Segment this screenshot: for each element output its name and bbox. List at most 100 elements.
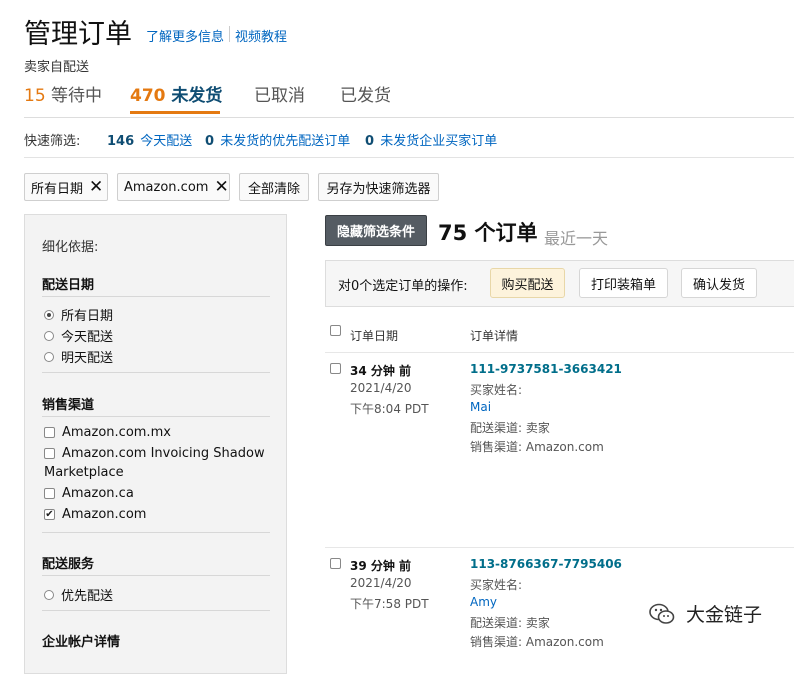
- filter-chip-all-dates[interactable]: 所有日期 ✕: [24, 173, 108, 201]
- active-tab-indicator: [130, 111, 220, 114]
- quick-filter-today[interactable]: 146 今天配送: [107, 130, 192, 149]
- table-header-divider: [325, 352, 794, 353]
- tab-count: 470: [130, 86, 166, 106]
- column-header-order-date[interactable]: 订单日期: [350, 327, 398, 344]
- page-subtitle: 卖家自配送: [24, 60, 90, 75]
- section-divider: [42, 416, 270, 417]
- option-label: Amazon.com Invoicing Shadow: [62, 446, 265, 461]
- checkbox[interactable]: [44, 488, 55, 499]
- tab-label: 已发货: [340, 86, 391, 106]
- section-divider: [42, 372, 270, 373]
- radio-today[interactable]: 今天配送: [44, 326, 113, 345]
- column-header-order-details: 订单详情: [470, 329, 519, 343]
- quick-filter-count: 146: [107, 134, 135, 149]
- tab-pending[interactable]: 15 等待中: [24, 81, 102, 106]
- check-icon[interactable]: ✔: [44, 509, 55, 520]
- quick-filter-text: 未发货企业买家订单: [380, 134, 498, 149]
- radio-button[interactable]: [44, 309, 54, 320]
- buyer-name-label: 买家姓名:: [470, 383, 523, 397]
- save-quick-filter-button[interactable]: 另存为快速筛选器: [318, 173, 439, 201]
- order-time: 下午8:04 PDT: [350, 402, 429, 416]
- section-divider: [42, 532, 270, 533]
- option-label: Amazon.com: [62, 507, 147, 522]
- checkbox[interactable]: [44, 427, 55, 438]
- video-tutorial-link[interactable]: 视频教程: [235, 26, 287, 45]
- radio-priority-shipping[interactable]: 优先配送: [44, 585, 113, 604]
- buyer-name-label: 买家姓名:: [470, 578, 523, 592]
- quick-filter-divider: [24, 157, 794, 158]
- quick-filter-priority[interactable]: 0 未发货的优先配送订单: [205, 130, 350, 149]
- quick-filter-text: 未发货的优先配送订单: [220, 134, 351, 149]
- quick-filter-business[interactable]: 0 未发货企业买家订单: [365, 130, 497, 149]
- tab-label: 等待中: [51, 86, 103, 106]
- checkbox[interactable]: [44, 448, 55, 459]
- quick-filter-text: 今天配送: [140, 134, 193, 149]
- quick-filter-label: 快速筛选:: [24, 134, 81, 149]
- watermark: 大金链子: [648, 600, 762, 627]
- tab-unshipped[interactable]: 470 未发货: [130, 81, 222, 106]
- row-checkbox[interactable]: [330, 363, 341, 374]
- quick-filter-count: 0: [205, 134, 215, 149]
- radio-all-dates[interactable]: 所有日期: [44, 305, 113, 324]
- section-business-account: 企业帐户详情: [42, 635, 121, 650]
- fulfillment-channel: 配送渠道: 卖家: [470, 421, 550, 435]
- select-all-checkbox[interactable]: [330, 325, 341, 336]
- section-divider: [42, 296, 270, 297]
- filter-chip-marketplace[interactable]: Amazon.com ✕: [117, 173, 230, 201]
- buy-shipping-button[interactable]: 购买配送: [490, 268, 565, 298]
- radio-tomorrow[interactable]: 明天配送: [44, 347, 113, 366]
- radio-button[interactable]: [44, 589, 54, 600]
- row-divider: [325, 547, 794, 548]
- radio-button[interactable]: [44, 330, 54, 341]
- fulfillment-channel: 配送渠道: 卖家: [470, 616, 550, 630]
- order-date: 2021/4/20: [350, 381, 412, 395]
- order-age: 34 分钟 前: [350, 364, 412, 378]
- order-date: 2021/4/20: [350, 576, 412, 590]
- clear-all-button[interactable]: 全部清除: [239, 173, 309, 201]
- order-id-link[interactable]: 113-8766367-7795406: [470, 557, 622, 571]
- row-checkbox[interactable]: [330, 558, 341, 569]
- order-time: 下午7:58 PDT: [350, 597, 429, 611]
- bulk-action-label: 对0个选定订单的操作:: [338, 279, 468, 294]
- tabs-divider: [24, 117, 794, 118]
- radio-button[interactable]: [44, 351, 54, 362]
- checkbox-amazon-com[interactable]: ✔ Amazon.com: [44, 507, 146, 522]
- option-label: 明天配送: [61, 351, 114, 366]
- section-ship-service: 配送服务: [42, 557, 95, 572]
- option-label: Amazon.com.mx: [62, 425, 171, 440]
- order-id-link[interactable]: 111-9737581-3663421: [470, 362, 622, 376]
- checkbox-amazon-invoicing-shadow[interactable]: Amazon.com Invoicing Shadow: [44, 446, 265, 461]
- quick-filter-count: 0: [365, 134, 375, 149]
- section-ship-date: 配送日期: [42, 278, 95, 293]
- checkbox-amazon-mx[interactable]: Amazon.com.mx: [44, 425, 171, 440]
- tab-count: 15: [24, 86, 46, 106]
- order-count: 75 个订单: [438, 221, 538, 245]
- section-sales-channel: 销售渠道: [42, 398, 95, 413]
- sales-channel: 销售渠道: Amazon.com: [470, 440, 604, 454]
- confirm-shipment-button[interactable]: 确认发货: [681, 268, 757, 298]
- learn-more-link[interactable]: 了解更多信息: [146, 26, 224, 45]
- tab-label: 未发货: [171, 86, 223, 106]
- print-packing-slip-button[interactable]: 打印装箱单: [579, 268, 668, 298]
- link-divider: [229, 26, 230, 42]
- tab-shipped[interactable]: 已发货: [340, 81, 391, 106]
- refine-label: 细化依据:: [42, 240, 99, 255]
- checkbox-amazon-ca[interactable]: Amazon.ca: [44, 486, 134, 501]
- order-period: 最近一天: [544, 229, 609, 248]
- tab-cancelled[interactable]: 已取消: [254, 81, 305, 106]
- sales-channel: 销售渠道: Amazon.com: [470, 635, 604, 649]
- watermark-text: 大金链子: [686, 604, 763, 626]
- buyer-name-link[interactable]: Mai: [470, 400, 491, 414]
- option-label: Amazon.ca: [62, 486, 134, 501]
- option-label-continued: Marketplace: [44, 465, 124, 480]
- hide-filters-button[interactable]: 隐藏筛选条件: [325, 215, 427, 246]
- page-title: 管理订单: [24, 19, 132, 50]
- option-label: 所有日期: [61, 309, 114, 324]
- chip-label: 所有日期: [31, 181, 84, 197]
- tab-label: 已取消: [254, 86, 305, 106]
- chip-label: Amazon.com: [124, 179, 209, 195]
- buyer-name-link[interactable]: Amy: [470, 595, 497, 609]
- close-icon[interactable]: ✕: [214, 178, 228, 196]
- close-icon[interactable]: ✕: [89, 178, 103, 196]
- section-divider: [42, 610, 270, 611]
